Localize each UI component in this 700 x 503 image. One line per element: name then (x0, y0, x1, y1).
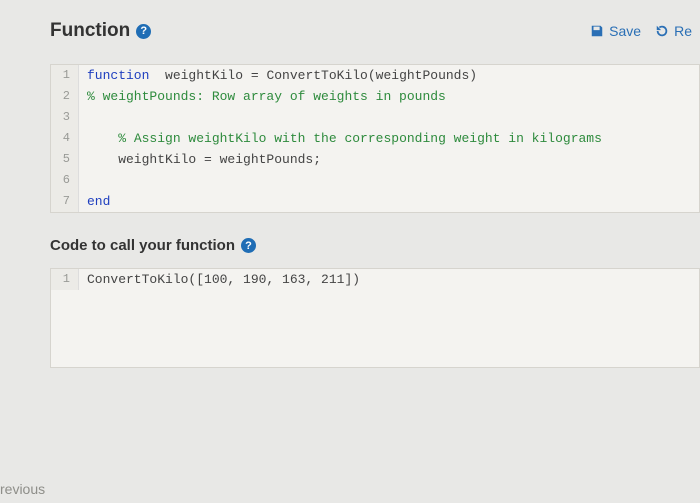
reset-button[interactable]: Re (655, 23, 692, 39)
call-title-text: Code to call your function (50, 237, 235, 254)
code-text (79, 107, 87, 128)
toolbar: Save Re (590, 23, 700, 39)
previous-link[interactable]: revious (0, 481, 45, 497)
line-number: 5 (51, 149, 79, 170)
code-text: function weightKilo = ConvertToKilo(weig… (79, 65, 477, 86)
line-number: 1 (51, 65, 79, 86)
header-row: Function ? Save Re (50, 20, 700, 42)
reset-label: Re (674, 23, 692, 39)
code-text (79, 170, 87, 191)
code-text: ConvertToKilo([100, 190, 163, 211]) (79, 269, 360, 290)
function-section-title: Function ? (50, 20, 151, 42)
line-number: 4 (51, 128, 79, 149)
code-text: end (79, 191, 110, 212)
line-number: 7 (51, 191, 79, 212)
save-label: Save (609, 23, 641, 39)
line-number: 3 (51, 107, 79, 128)
function-title-text: Function (50, 20, 130, 42)
code-text: % weightPounds: Row array of weights in … (79, 86, 446, 107)
line-number: 2 (51, 86, 79, 107)
line-number: 1 (51, 269, 79, 290)
function-code-editor[interactable]: 1function weightKilo = ConvertToKilo(wei… (50, 64, 700, 213)
line-number: 6 (51, 170, 79, 191)
help-icon[interactable]: ? (136, 24, 151, 39)
call-code-editor[interactable]: 1ConvertToKilo([100, 190, 163, 211]) (50, 268, 700, 368)
code-text: weightKilo = weightPounds; (79, 149, 321, 170)
help-icon[interactable]: ? (241, 238, 256, 253)
reset-icon (655, 24, 669, 38)
code-text: % Assign weightKilo with the correspondi… (79, 128, 602, 149)
save-icon (590, 24, 604, 38)
call-section-title: Code to call your function ? (50, 237, 700, 254)
save-button[interactable]: Save (590, 23, 641, 39)
